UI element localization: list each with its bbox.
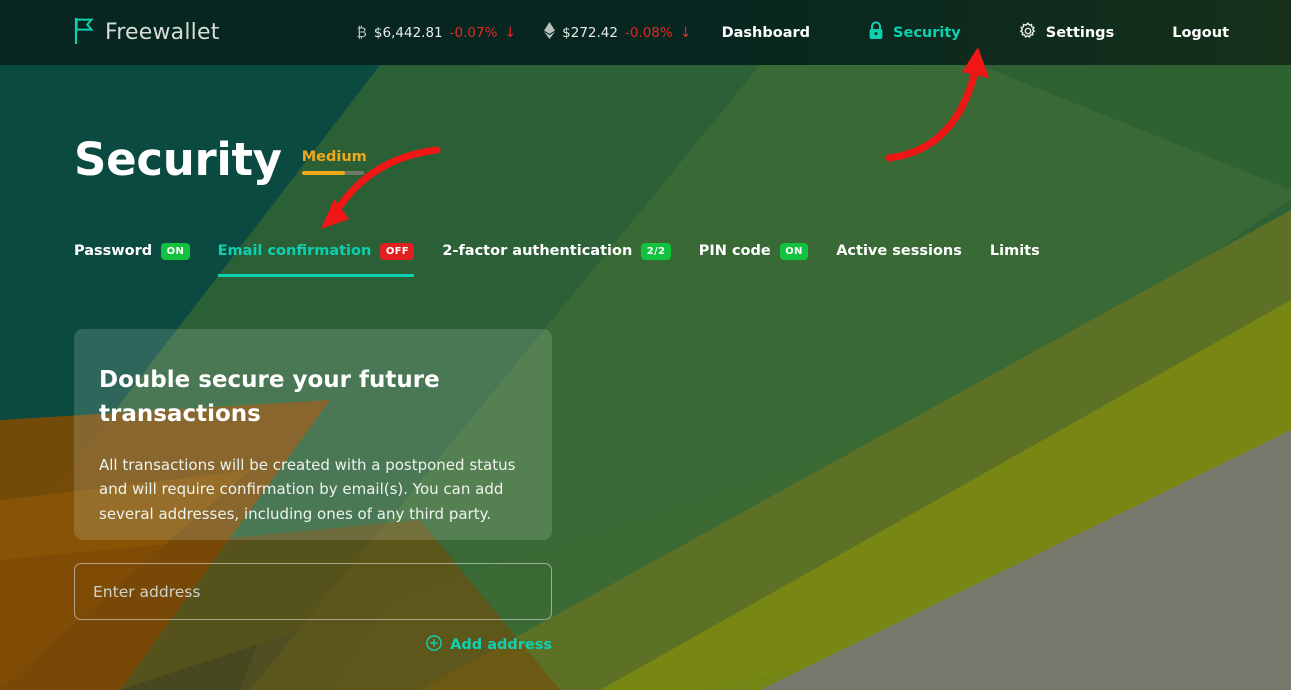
- nav-label: Security: [893, 24, 961, 41]
- security-level-label: Medium: [301, 149, 367, 165]
- bitcoin-icon: ₿: [356, 25, 367, 41]
- arrow-down-icon: ↓: [679, 24, 692, 41]
- tab-email-confirmation[interactable]: Email confirmation OFF: [217, 243, 415, 277]
- nav-item-settings[interactable]: Settings: [1019, 21, 1115, 44]
- tab-label: Limits: [989, 243, 1040, 259]
- address-input[interactable]: [74, 563, 552, 620]
- main-nav: Dashboard Security Settings Logout: [722, 21, 1229, 44]
- page-header: Security Medium: [74, 137, 367, 182]
- status-badge: 2/2: [641, 243, 671, 260]
- status-badge: ON: [779, 243, 809, 260]
- flag-icon: [74, 17, 94, 48]
- nav-item-logout[interactable]: Logout: [1172, 25, 1229, 41]
- nav-label: Settings: [1045, 24, 1115, 41]
- page-content: Security Medium Password ON Email confir…: [0, 65, 1291, 690]
- brand-name: Freewallet: [105, 20, 220, 45]
- tab-label: Email confirmation: [217, 243, 372, 260]
- status-badge: ON: [161, 243, 190, 260]
- security-level: Medium: [301, 149, 367, 175]
- nav-item-security[interactable]: Security: [868, 21, 961, 44]
- tab-label: Password: [74, 243, 153, 260]
- tab-label: PIN code: [698, 243, 771, 260]
- btc-change: -0.07%: [449, 24, 498, 41]
- lock-icon: [868, 21, 884, 44]
- info-card-body: All transactions will be created with a …: [99, 456, 516, 523]
- btc-price: $6,442.81: [373, 24, 443, 41]
- add-address-label: Add address: [450, 637, 552, 653]
- page-title: Security: [74, 133, 282, 186]
- tab-active-sessions[interactable]: Active sessions: [836, 243, 962, 276]
- tab-2fa[interactable]: 2-factor authentication 2/2: [442, 243, 671, 277]
- brand-logo[interactable]: Freewallet: [74, 17, 220, 48]
- price-ticker: ₿ $6,442.81 -0.07% ↓ $272.42 -0.08% ↓: [356, 22, 691, 43]
- tab-password[interactable]: Password ON: [74, 243, 190, 277]
- nav-label: Logout: [1172, 24, 1229, 41]
- tab-label: Active sessions: [836, 243, 962, 259]
- status-badge: OFF: [380, 243, 415, 260]
- security-level-fill: [301, 171, 346, 175]
- eth-price: $272.42: [562, 24, 618, 41]
- tab-label: 2-factor authentication: [442, 243, 633, 260]
- tab-pin-code[interactable]: PIN code ON: [698, 243, 809, 277]
- ethereum-icon: [544, 22, 556, 43]
- info-card: Double secure your future transactions A…: [74, 329, 552, 540]
- ticker-item-btc: ₿ $6,442.81 -0.07% ↓: [356, 24, 517, 42]
- tab-limits[interactable]: Limits: [990, 243, 1040, 276]
- security-tabs: Password ON Email confirmation OFF 2-fac…: [74, 243, 1040, 277]
- app-root: Freewallet ₿ $6,442.81 -0.07% ↓ $272.42 …: [0, 0, 1291, 690]
- top-header: Freewallet ₿ $6,442.81 -0.07% ↓ $272.42 …: [0, 0, 1291, 65]
- gear-icon: [1019, 21, 1037, 44]
- arrow-down-icon: ↓: [504, 24, 517, 41]
- eth-change: -0.08%: [624, 24, 673, 41]
- nav-item-dashboard[interactable]: Dashboard: [722, 25, 810, 41]
- ticker-item-eth: $272.42 -0.08% ↓: [544, 22, 691, 43]
- nav-label: Dashboard: [721, 24, 811, 41]
- security-level-bar: [301, 171, 364, 175]
- add-address-button[interactable]: Add address: [74, 635, 552, 655]
- plus-circle-icon: [426, 635, 442, 655]
- info-card-title: Double secure your future transactions: [99, 367, 440, 428]
